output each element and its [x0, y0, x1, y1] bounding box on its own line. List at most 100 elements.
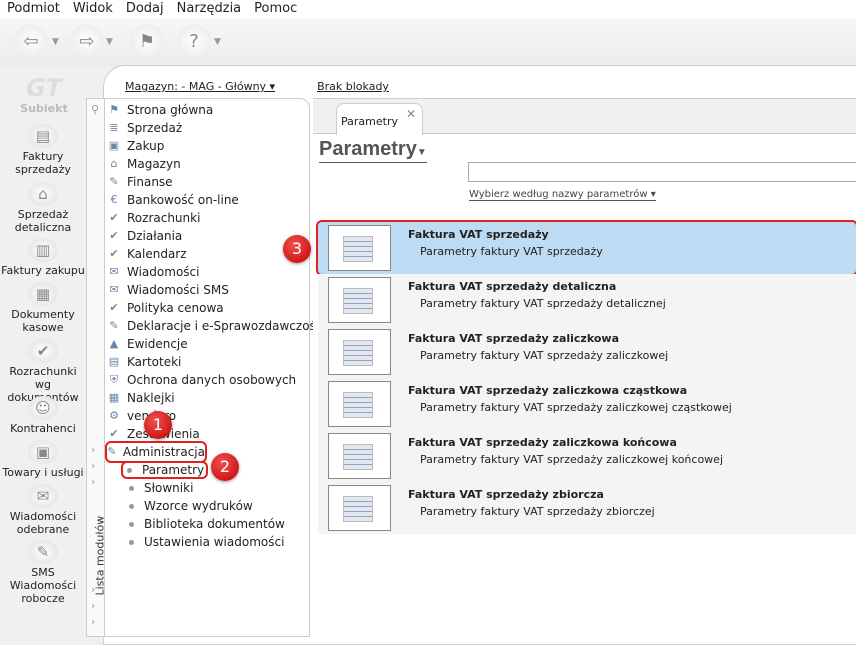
module-label: Strona główna: [127, 103, 214, 117]
module-item[interactable]: ⛨ Ochrona danych osobowych: [107, 371, 322, 389]
toolbar: ⇦ ▼ ⇨ ▼ ⚑ ? ▼: [0, 18, 856, 66]
menu-podmiot[interactable]: Podmiot: [0, 0, 66, 18]
module-icon: ▤: [108, 355, 120, 368]
status-line: Magazyn: - MAG - Główny ▾ Brak blokady: [125, 80, 389, 93]
sidebar-item-wiadomosci-odebrane[interactable]: ✉ Wiadomości odebrane: [0, 484, 86, 536]
module-icon: ✔: [109, 211, 119, 224]
module-subitem[interactable]: Słowniki: [107, 479, 322, 497]
sidebar-item-sprzedaz-detaliczna[interactable]: ⌂ Sprzedaż detaliczna: [0, 182, 86, 234]
module-item[interactable]: ▦ Naklejki: [107, 389, 322, 407]
module-icon: ▣: [108, 139, 120, 152]
person-icon: ☺: [28, 396, 58, 420]
tab-parametry[interactable]: Parametry ✕: [336, 103, 423, 135]
module-item[interactable]: ⚙vendero: [107, 407, 322, 425]
chevron-right-icon[interactable]: ›: [91, 615, 95, 628]
sidebar-item-rozrachunki[interactable]: ✔Rozrachunki wg dokumentów: [0, 339, 86, 404]
subitem-label: Wzorce wydruków: [144, 499, 253, 513]
parameter-description: Parametry faktury VAT sprzedaży zaliczko…: [420, 401, 732, 414]
module-subitem[interactable]: Ustawienia wiadomości: [107, 533, 322, 551]
sidebar-item-faktury-sprzedazy[interactable]: ▤ Faktury sprzedaży: [0, 124, 86, 176]
module-label: Zakup: [127, 139, 165, 153]
module-label: Administracja: [122, 445, 205, 459]
module-item[interactable]: ⌂ Magazyn: [107, 155, 322, 173]
document-edit-icon: [328, 225, 391, 271]
module-item[interactable]: ▤ Kartoteki: [107, 353, 322, 371]
chevron-down-icon[interactable]: ▼: [214, 37, 221, 47]
chevron-down-icon[interactable]: ▼: [106, 37, 113, 47]
module-label: Wiadomości: [127, 265, 200, 279]
module-list: ⚲ › › › Lista modułów › › › ⚑ Strona głów…: [86, 98, 322, 637]
document-edit-icon: [328, 329, 391, 375]
module-item[interactable]: ✎ Finanse: [107, 173, 322, 191]
module-icon: ✎: [109, 319, 119, 332]
chevron-down-icon[interactable]: ▼: [52, 37, 59, 47]
module-item[interactable]: ✔Zestawienia: [107, 425, 322, 443]
module-icon: ✎: [109, 175, 119, 188]
menu-dodaj[interactable]: Dodaj: [119, 0, 170, 18]
sidebar-item-dokumenty-kasowe[interactable]: ▦ Dokumenty kasowe: [0, 282, 86, 334]
module-item[interactable]: ▲ Ewidencje: [107, 335, 322, 353]
module-item[interactable]: ≣ Sprzedaż: [107, 119, 322, 137]
parameter-item[interactable]: Faktura VAT sprzedaży detaliczna Parametr…: [318, 274, 856, 326]
sidebar-item-towary[interactable]: ▣ Towary i usługi: [0, 440, 86, 479]
left-sidebar: GT Subiekt ▤ Faktury sprzedaży ⌂ Sprzedaż d…: [0, 66, 86, 637]
sidebar-item-sms[interactable]: ✎ SMS Wiadomości robocze: [0, 540, 86, 605]
module-icon: ✎: [107, 445, 117, 458]
search-input[interactable]: [468, 162, 856, 182]
parameter-item[interactable]: Faktura VAT sprzedaży zaliczkowa Parametr…: [318, 326, 856, 378]
filter-dropdown[interactable]: Wybierz według nazwy parametrów ▾: [469, 189, 656, 201]
module-item[interactable]: € Bankowość on-line: [107, 191, 322, 209]
parameter-title: Faktura VAT sprzedaży zaliczkowa końcowa: [408, 436, 677, 449]
module-item[interactable]: ✔ Rozrachunki: [107, 209, 322, 227]
module-tree: ⚑ Strona główna ≣ Sprzedaż ▣ Zakup ⌂ Magazyn ✎ Fi…: [105, 101, 322, 551]
chevron-right-icon[interactable]: ›: [91, 475, 95, 488]
sidebar-item-faktury-zakupu[interactable]: ▥ Faktury zakupu: [0, 238, 86, 277]
module-label: Deklaracje i e-Sprawozdawczość: [127, 319, 323, 333]
module-item[interactable]: ✉ Wiadomości SMS: [107, 281, 322, 299]
module-icon: ▦: [108, 391, 120, 404]
help-icon[interactable]: ?: [177, 24, 211, 58]
tab-bar: Parametry ✕: [313, 98, 856, 135]
sidebar-item-kontrahenci[interactable]: ☺ Kontrahenci: [0, 396, 86, 435]
page-title[interactable]: Parametry▼: [319, 138, 427, 163]
chevron-right-icon[interactable]: ›: [91, 599, 95, 612]
bullet-icon: [129, 521, 134, 527]
module-label: Rozrachunki: [127, 211, 201, 225]
module-subitem[interactable]: Wzorce wydruków: [107, 497, 322, 515]
bullet-icon: [129, 539, 134, 545]
chevron-right-icon[interactable]: ›: [91, 443, 95, 456]
module-item[interactable]: ⚑ Strona główna: [107, 101, 322, 119]
checked-docs-icon: ✔: [28, 339, 58, 363]
document-edit-icon: [328, 277, 391, 323]
forward-arrow-icon[interactable]: ⇨: [70, 24, 104, 58]
module-subitem[interactable]: Biblioteka dokumentów: [107, 515, 322, 533]
back-arrow-icon[interactable]: ⇦: [14, 24, 48, 58]
parameter-item[interactable]: Faktura VAT sprzedaży zbiorcza Parametry …: [318, 482, 856, 534]
basket-icon: ⌂: [28, 182, 58, 206]
menu-widok[interactable]: Widok: [66, 0, 119, 18]
module-item[interactable]: ▣ Zakup: [107, 137, 322, 155]
parameter-description: Parametry faktury VAT sprzedaży zbiorcze…: [420, 505, 655, 518]
blokada-link[interactable]: Brak blokady: [317, 80, 389, 93]
module-item[interactable]: ✔ Polityka cenowa: [107, 299, 322, 317]
module-strip: ⚲ › › › Lista modułów › › ›: [87, 99, 107, 636]
module-item[interactable]: ✉ Wiadomości: [107, 263, 322, 281]
module-label: Bankowość on-line: [127, 193, 239, 207]
chevron-right-icon[interactable]: ›: [91, 459, 95, 472]
menu-narzedzia[interactable]: Narzędzia: [170, 0, 248, 18]
chevron-right-icon[interactable]: ›: [91, 583, 95, 596]
flag-icon[interactable]: ⚑: [130, 24, 164, 58]
parameter-item[interactable]: Faktura VAT sprzedaży zaliczkowa cząstko…: [318, 378, 856, 430]
module-label: Polityka cenowa: [127, 301, 224, 315]
parameter-item[interactable]: Faktura VAT sprzedaży Parametry faktury V…: [316, 220, 856, 276]
module-label: Finanse: [127, 175, 173, 189]
module-item[interactable]: ✎ Administracja: [105, 441, 207, 463]
menu-pomoc[interactable]: Pomoc: [247, 0, 303, 18]
close-icon[interactable]: ✕: [406, 107, 416, 121]
pin-icon[interactable]: ⚲: [91, 103, 99, 116]
module-item[interactable]: ✎ Deklaracje i e-Sprawozdawczość: [107, 317, 322, 335]
step-badge-3: 3: [283, 235, 311, 263]
magazyn-selector[interactable]: Magazyn: - MAG - Główny ▾: [125, 80, 275, 93]
parameter-item[interactable]: Faktura VAT sprzedaży zaliczkowa końcowa…: [318, 430, 856, 482]
content-area: Parametry ✕ Parametry▼ Wybierz według naz…: [313, 98, 856, 637]
